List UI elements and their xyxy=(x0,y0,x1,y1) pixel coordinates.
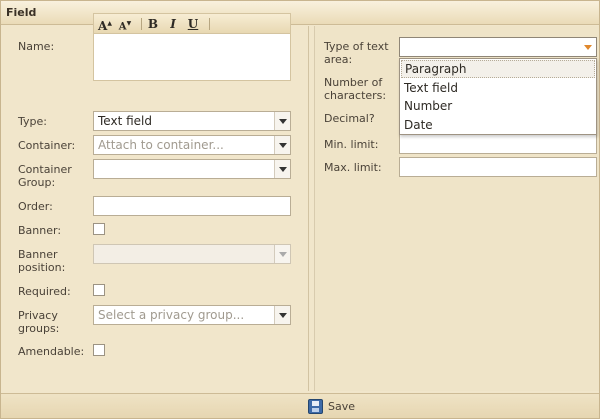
banner-position-label: Banner position: xyxy=(18,248,66,274)
banner-checkbox[interactable] xyxy=(93,223,105,235)
type-of-text-area-dropdown: Paragraph Text field Number Date xyxy=(399,58,597,135)
max-limit-input[interactable] xyxy=(399,157,597,177)
required-label: Required: xyxy=(18,285,71,298)
name-editor[interactable] xyxy=(93,34,291,81)
toolbar-separator xyxy=(209,18,210,30)
type-of-text-area-select[interactable] xyxy=(399,37,597,57)
rich-text-toolbar: A▲ A▼ B I U xyxy=(93,13,291,34)
save-button[interactable]: Save xyxy=(308,399,355,415)
dropdown-option-paragraph[interactable]: Paragraph xyxy=(401,60,595,78)
amendable-label: Amendable: xyxy=(18,345,85,358)
privacy-groups-placeholder: Select a privacy group... xyxy=(98,308,245,322)
container-group-label: Container Group: xyxy=(18,163,72,189)
container-group-select[interactable] xyxy=(93,159,291,179)
decimal-label: Decimal? xyxy=(324,112,375,125)
privacy-groups-label: Privacy groups: xyxy=(18,309,60,335)
container-select[interactable]: Attach to container... xyxy=(93,135,291,155)
type-of-text-area-label: Type of text area: xyxy=(324,40,389,66)
dropdown-option-date[interactable]: Date xyxy=(401,116,595,134)
chevron-down-icon[interactable] xyxy=(274,112,290,130)
number-of-characters-label: Number of characters: xyxy=(324,76,387,102)
dialog-footer xyxy=(1,393,599,418)
type-select-value: Text field xyxy=(98,114,152,128)
dropdown-option-number[interactable]: Number xyxy=(401,97,595,115)
name-label: Name: xyxy=(18,40,55,53)
chevron-down-icon[interactable] xyxy=(274,306,290,324)
chevron-down-icon[interactable] xyxy=(274,245,290,263)
privacy-groups-select[interactable]: Select a privacy group... xyxy=(93,305,291,325)
container-label: Container: xyxy=(18,139,76,152)
min-limit-input[interactable] xyxy=(399,134,597,154)
required-checkbox[interactable] xyxy=(93,284,105,296)
max-limit-label: Max. limit: xyxy=(324,161,382,174)
banner-label: Banner: xyxy=(18,224,62,237)
min-limit-label: Min. limit: xyxy=(324,138,379,151)
dropdown-option-text-field[interactable]: Text field xyxy=(401,79,595,97)
floppy-disk-icon xyxy=(308,399,323,414)
amendable-checkbox[interactable] xyxy=(93,344,105,356)
banner-position-select[interactable] xyxy=(93,244,291,264)
increase-font-size-button[interactable]: A▲ xyxy=(98,16,112,33)
order-label: Order: xyxy=(18,200,53,213)
save-button-label: Save xyxy=(328,400,356,413)
order-input[interactable] xyxy=(93,196,291,216)
type-select[interactable]: Text field xyxy=(93,111,291,131)
bold-button[interactable]: B xyxy=(146,16,160,32)
underline-button[interactable]: U xyxy=(186,16,200,32)
field-dialog: Field Name: A▲ A▼ B I U Type: Text field… xyxy=(0,0,600,419)
chevron-down-icon[interactable] xyxy=(274,136,290,154)
decrease-font-size-button[interactable]: A▼ xyxy=(118,16,132,32)
type-label: Type: xyxy=(18,115,47,128)
container-select-placeholder: Attach to container... xyxy=(98,138,224,152)
toolbar-separator xyxy=(141,18,142,30)
dialog-title: Field xyxy=(1,1,599,25)
chevron-down-icon[interactable] xyxy=(274,160,290,178)
chevron-down-icon[interactable] xyxy=(580,38,596,56)
italic-button[interactable]: I xyxy=(166,16,180,32)
